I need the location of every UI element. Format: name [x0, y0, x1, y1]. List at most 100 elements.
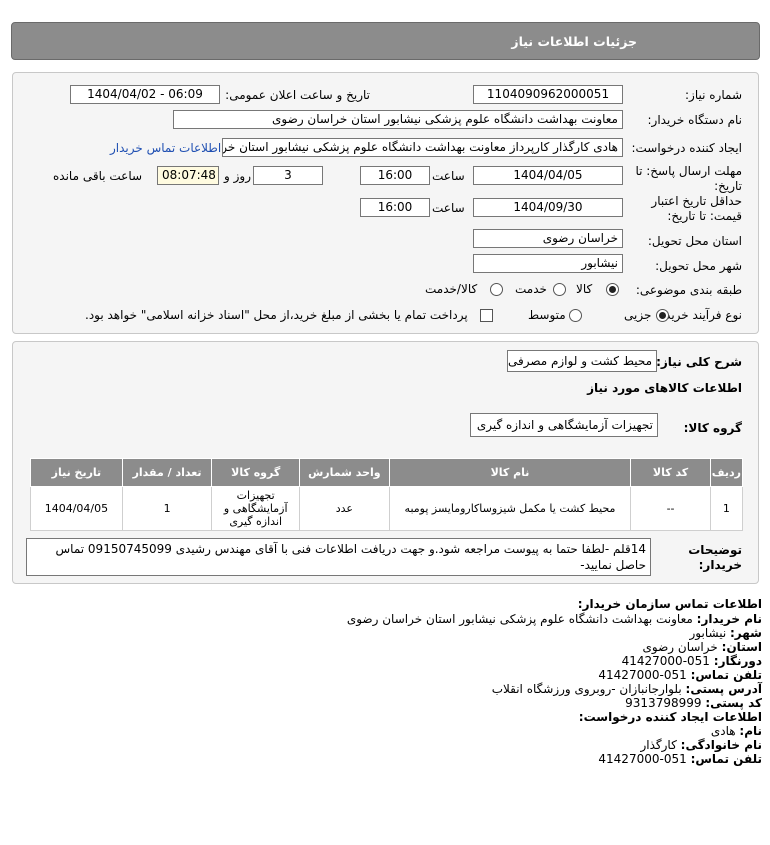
col-date: تاریخ نیاز [30, 458, 123, 487]
buyer-name-value: معاونت بهداشت دانشگاه علوم پزشکی نیشابور… [346, 612, 693, 626]
purchase-radio-medium[interactable] [569, 309, 582, 322]
need-number-label: شماره نیاز: [685, 88, 742, 102]
deadline-label-1: مهلت ارسال پاسخ: تا [635, 164, 742, 178]
delivery-city-label: شهر محل تحویل: [655, 259, 742, 273]
fax-line: دورنگار: 051-41427000 [622, 654, 762, 668]
treasury-payment-checkbox[interactable] [480, 309, 493, 322]
first-name-value: هادی [710, 724, 736, 738]
buyer-name-line: نام خریدار: معاونت بهداشت دانشگاه علوم پ… [347, 612, 762, 626]
purchase-option-minor: جزیی [624, 308, 652, 322]
deadline-time-label: ساعت [432, 169, 465, 183]
address-line: آدرس پستی: بلوارجانبازان -روبروی ورزشگاه… [492, 682, 762, 696]
col-row: ردیف [709, 458, 744, 487]
city-line: شهر: نیشابور [690, 626, 762, 640]
province-value: خراسان رضوی [642, 640, 718, 654]
contact-buyer-link[interactable]: اطلاعات تماس خریدار [110, 141, 221, 155]
cell-date: 1404/04/05 [30, 486, 123, 531]
fax-label: دورنگار: [713, 654, 762, 668]
category-radio-service[interactable] [553, 283, 566, 296]
category-option-service: خدمت [515, 282, 547, 296]
deadline-date-field: 1404/04/05 [473, 166, 623, 185]
days-field: 3 [253, 166, 323, 185]
goods-table: ردیف کد کالا نام کالا واحد شمارش گروه کا… [30, 458, 744, 531]
delivery-city-field: نیشابور [473, 254, 623, 273]
days-label: روز و [224, 169, 251, 183]
col-name: نام کالا [388, 458, 632, 487]
first-name-label: نام: [739, 724, 762, 738]
delivery-province-field: خراسان رضوی [473, 229, 623, 248]
cell-group: تجهیزات آزمایشگاهی و اندازه گیری [211, 486, 301, 531]
postal-line: کد پستی: 9313798999 [625, 696, 762, 710]
buyer-notes-label-2: خریدار: [698, 558, 742, 572]
remaining-time-field: 08:07:48 [157, 166, 219, 185]
category-label: طبقه بندی موضوعی: [635, 283, 742, 297]
validity-label-2: قیمت: تا تاریخ: [667, 209, 742, 223]
delivery-province-label: استان محل تحویل: [647, 234, 742, 248]
postal-value: 9313798999 [625, 696, 702, 710]
buyer-org-field: معاونت بهداشت دانشگاه علوم پزشکی نیشابور… [173, 110, 623, 129]
phone-label: تلفن تماس: [690, 668, 762, 682]
validity-date-field: 1404/09/30 [473, 198, 623, 217]
purchase-radio-minor[interactable] [656, 309, 669, 322]
cell-name: محیط کشت یا مکمل شیزوساکارومایسز پومبه [388, 486, 632, 531]
col-qty: تعداد / مقدار [121, 458, 213, 487]
category-option-both: کالا/خدمت [425, 282, 478, 296]
col-code: کد کالا [630, 458, 711, 487]
summary-field: محیط کشت و لوازم مصرفی [507, 350, 657, 372]
cell-row: 1 [709, 486, 744, 531]
category-option-goods: کالا [576, 282, 593, 296]
col-group: گروه کالا [211, 458, 301, 487]
buyer-notes-field: 14قلم -لطفا حتما به پیوست مراجعه شود.و ج… [26, 538, 651, 576]
purchase-type-label: نوع فرآیند خرید : [657, 308, 742, 322]
postal-label: کد پستی: [705, 696, 762, 710]
phone-line: تلفن تماس: 051-41427000 [598, 668, 762, 682]
table-row: 1 -- محیط کشت یا مکمل شیزوساکارومایسز پو… [30, 486, 744, 531]
fax-value: 051-41427000 [621, 654, 710, 668]
col-unit: واحد شمارش [299, 458, 390, 487]
requester-label: ایجاد کننده درخواست: [631, 141, 742, 155]
last-name-label: نام خانوادگی: [680, 738, 762, 752]
address-value: بلوارجانبازان -روبروی ورزشگاه انقلاب [491, 682, 682, 696]
purchase-option-medium: متوسط [528, 308, 566, 322]
need-number-field: 1104090962000051 [473, 85, 623, 104]
deadline-label-2: تاریخ: [714, 179, 742, 193]
province-label: استان: [721, 640, 762, 654]
treasury-payment-note: پرداخت تمام یا بخشی از مبلغ خرید،از محل … [85, 308, 468, 322]
page-title: جزئیات اطلاعات نیاز [511, 34, 637, 49]
creator-phone-value: 051-41427000 [598, 752, 687, 766]
first-name-line: نام: هادی [711, 724, 762, 738]
goods-group-label: گروه کالا: [683, 421, 742, 435]
goods-table-header: ردیف کد کالا نام کالا واحد شمارش گروه کا… [30, 458, 744, 487]
buyer-name-label: نام خریدار: [696, 612, 762, 626]
buyer-notes-label-1: توضیحات [688, 543, 742, 557]
category-radio-both[interactable] [490, 283, 503, 296]
goods-group-field: تجهیزات آزمایشگاهی و اندازه گیری [470, 413, 658, 437]
cell-code: -- [630, 486, 711, 531]
buyer-org-label: نام دستگاه خریدار: [647, 113, 743, 127]
last-name-line: نام خانوادگی: کارگذار [641, 738, 763, 752]
validity-label-1: حداقل تاریخ اعتبار [651, 194, 742, 208]
city-value: نیشابور [689, 626, 727, 640]
org-contact-title: اطلاعات تماس سازمان خریدار: [577, 597, 762, 611]
phone-value: 051-41427000 [598, 668, 687, 682]
last-name-value: کارگذار [640, 738, 677, 752]
requester-field: هادی کارگذار کارپرداز معاونت بهداشت دانش… [222, 138, 623, 157]
cell-qty: 1 [121, 486, 213, 531]
goods-info-title: اطلاعات کالاهای مورد نیاز [587, 381, 742, 395]
address-label: آدرس پستی: [685, 682, 762, 696]
remaining-label: ساعت باقی مانده [53, 169, 143, 183]
creator-phone-label: تلفن تماس: [690, 752, 762, 766]
creator-title: اطلاعات ایجاد کننده درخواست: [578, 710, 762, 724]
province-line: استان: خراسان رضوی [643, 640, 762, 654]
city-label: شهر: [730, 626, 762, 640]
creator-phone-line: تلفن تماس: 051-41427000 [598, 752, 762, 766]
summary-label: شرح کلی نیاز: [656, 355, 742, 369]
announce-label: تاریخ و ساعت اعلان عمومی: [225, 88, 370, 102]
category-radio-goods[interactable] [606, 283, 619, 296]
announce-field: 1404/04/02 - 06:09 [70, 85, 220, 104]
validity-time-label: ساعت [432, 201, 465, 215]
deadline-time-field: 16:00 [360, 166, 430, 185]
validity-time-field: 16:00 [360, 198, 430, 217]
cell-unit: عدد [299, 486, 390, 531]
page-header: جزئیات اطلاعات نیاز [11, 22, 760, 60]
